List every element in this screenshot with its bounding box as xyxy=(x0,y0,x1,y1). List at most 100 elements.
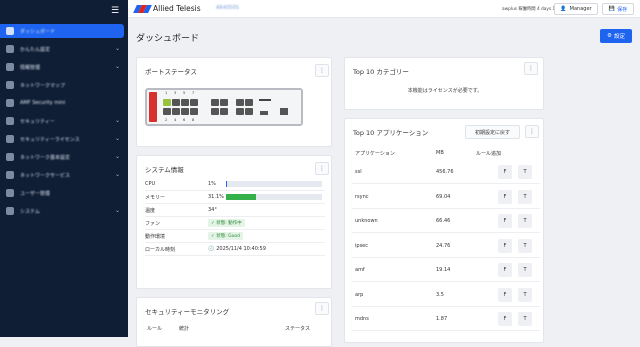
column-status: ステータス xyxy=(285,326,311,332)
sidebar-item[interactable]: ユーザー管理 xyxy=(0,186,128,200)
system-info-row: ローカル時刻 🕘 2025/11/4 10:40:59 xyxy=(145,243,325,256)
add-t-rule-button[interactable]: T xyxy=(518,214,532,228)
device-label-plate xyxy=(149,92,157,122)
nav-icon xyxy=(6,117,14,125)
usage-bar xyxy=(226,181,322,187)
add-t-rule-button[interactable]: T xyxy=(518,287,532,302)
metric-label: 動作環境 xyxy=(145,233,166,240)
port-status-card: ポートステータス ⋮ 1 2 3 4 5 6 7 8 xyxy=(136,57,332,147)
wan-port xyxy=(236,108,244,115)
card-menu-button[interactable]: ⋮ xyxy=(525,125,539,138)
status-badge: ✓ 状態: Good xyxy=(208,232,243,240)
card-title: ポートステータス xyxy=(145,68,197,76)
sidebar-item[interactable]: ネットワークサービス ⌄ xyxy=(0,168,128,182)
metric-label: メモリー xyxy=(145,194,166,201)
app-name: unknown xyxy=(355,218,378,224)
usage-bar-fill xyxy=(226,181,227,187)
wan-port xyxy=(220,108,228,115)
nav-icon xyxy=(6,99,14,107)
card-title: セキュリティーモニタリング xyxy=(145,308,230,316)
app-mb: 19.14 xyxy=(436,267,451,273)
system-info-row: CPU 1% xyxy=(145,178,325,191)
lan-port xyxy=(190,99,198,106)
add-f-rule-button[interactable]: F xyxy=(498,312,512,326)
chevron-down-icon: ⌄ xyxy=(114,207,120,214)
metric-label: ファン xyxy=(145,220,161,227)
system-info-row: 動作環境 ✓ 状態: Good xyxy=(145,230,325,243)
sidebar-item[interactable]: 情報管理 ⌄ xyxy=(0,60,128,74)
add-t-rule-button[interactable]: T xyxy=(518,238,532,253)
sidebar-item[interactable]: ネットワーク基本設定 ⌄ xyxy=(0,150,128,164)
reset-defaults-button[interactable]: 初期設定に戻す xyxy=(465,125,520,139)
usb-port xyxy=(259,99,271,101)
app-mb: 456.76 xyxy=(436,169,454,175)
sidebar-item[interactable]: ダッシュボード xyxy=(0,24,124,38)
app-name: arp xyxy=(355,291,364,298)
app-name: ssl xyxy=(355,169,362,175)
card-menu-button[interactable]: ⋮ xyxy=(524,62,538,75)
metric-label: CPU xyxy=(145,181,156,187)
clock-icon: 🕘 xyxy=(208,246,215,252)
port-number: 4 xyxy=(174,118,177,122)
table-row: mdns 1.87 F T xyxy=(352,307,540,331)
system-info-row: メモリー 31.1% xyxy=(145,191,325,204)
usage-bar-fill xyxy=(226,194,256,200)
add-t-rule-button[interactable]: T xyxy=(518,263,532,277)
console-port xyxy=(260,111,268,115)
metric-label: 温度 xyxy=(145,207,156,214)
add-f-rule-button[interactable]: F xyxy=(498,238,512,253)
lan-port xyxy=(172,108,180,115)
sidebar-item[interactable]: AMF Security mini xyxy=(0,96,128,110)
sidebar-item-label: 情報管理 xyxy=(20,64,41,71)
port-number: 1 xyxy=(165,91,168,95)
hostname: AR4050S xyxy=(216,5,239,11)
manager-button[interactable]: 👤 Manager xyxy=(554,3,598,15)
sidebar-item[interactable]: かんたん設定 ⌄ xyxy=(0,42,128,56)
switch-faceplate: 1 2 3 4 5 6 7 8 xyxy=(145,88,303,126)
logo-mark-icon xyxy=(133,4,152,13)
add-t-rule-button[interactable]: T xyxy=(518,165,532,179)
lan-port xyxy=(172,99,180,106)
lan-port xyxy=(163,108,171,115)
add-f-rule-button[interactable]: F xyxy=(498,189,512,204)
top-categories-card: Top 10 カテゴリー ⋮ 本機能はライセンスが必要です。 xyxy=(344,57,544,110)
sidebar-item-label: ユーザー管理 xyxy=(20,190,50,197)
table-row: ipsec 24.76 F T xyxy=(352,234,540,258)
menu-toggle-icon[interactable]: ☰ xyxy=(111,7,119,16)
column-application: アプリケーション xyxy=(355,151,395,157)
add-f-rule-button[interactable]: F xyxy=(498,214,512,228)
card-menu-button[interactable]: ⋮ xyxy=(315,302,329,315)
add-f-rule-button[interactable]: F xyxy=(498,263,512,277)
metric-value: 1% xyxy=(208,181,216,187)
add-t-rule-button[interactable]: T xyxy=(518,312,532,326)
add-f-rule-button[interactable]: F xyxy=(498,287,512,302)
usage-bar xyxy=(226,194,322,200)
brand-logo: Allied Telesis xyxy=(133,4,201,13)
wan-port xyxy=(245,108,253,115)
save-button[interactable]: 💾 保存 xyxy=(602,3,634,15)
wan-port xyxy=(245,99,253,106)
sidebar-item-label: ネットワーク基本設定 xyxy=(20,154,71,161)
card-menu-button[interactable]: ⋮ xyxy=(315,64,329,77)
sidebar-item[interactable]: セキュリティーライセンス ⌄ xyxy=(0,132,128,146)
brand-name: Allied Telesis xyxy=(153,4,201,13)
local-time: 2025/11/4 10:40:59 xyxy=(216,246,266,252)
nav-icon xyxy=(6,153,14,161)
table-row: ssl 456.76 F T xyxy=(352,160,540,184)
sidebar-item[interactable]: システム ⌄ xyxy=(0,204,128,218)
sidebar-item[interactable]: ネットワークマップ xyxy=(0,78,128,92)
nav-icon xyxy=(6,189,14,197)
add-f-rule-button[interactable]: F xyxy=(498,165,512,179)
lan-port xyxy=(163,99,171,106)
card-menu-button[interactable]: ⋮ xyxy=(315,162,329,175)
status-badge: ✓ 状態: 動作中 xyxy=(208,219,245,227)
add-t-rule-button[interactable]: T xyxy=(518,189,532,204)
settings-button[interactable]: ⚙ 設定 xyxy=(600,29,632,43)
sidebar-item-label: ネットワークマップ xyxy=(20,82,66,89)
nav-icon xyxy=(6,27,14,35)
page-title: ダッシュボード xyxy=(136,34,200,44)
nav-icon xyxy=(6,171,14,179)
port-number: 5 xyxy=(183,91,186,95)
card-title: Top 10 アプリケーション xyxy=(353,129,429,137)
sidebar-item[interactable]: セキュリティー ⌄ xyxy=(0,114,128,128)
